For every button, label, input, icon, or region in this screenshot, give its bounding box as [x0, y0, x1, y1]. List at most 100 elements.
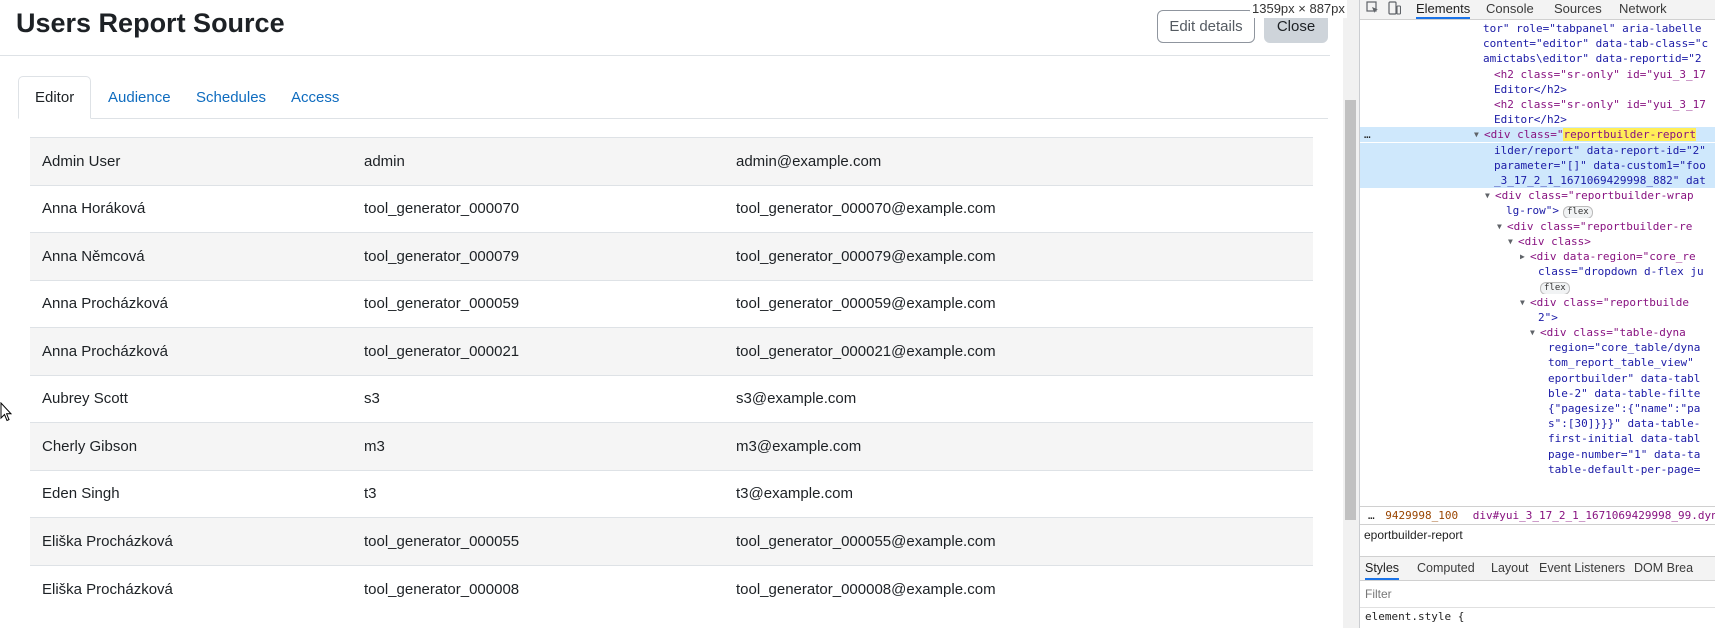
- dom-node-line[interactable]: ▼ <div class>: [1360, 234, 1715, 249]
- dom-node-line[interactable]: Editor</h2>: [1360, 82, 1715, 97]
- breadcrumb-more[interactable]: …: [1360, 509, 1375, 522]
- cell-email: tool_generator_000079@example.com: [724, 232, 1313, 280]
- breadcrumb-item-current[interactable]: div#yui_3_17_2_1_1671069429998_99.dyna: [1465, 509, 1715, 522]
- dom-node-line[interactable]: … ▼ <div class="reportbuilder-report: [1360, 127, 1715, 143]
- dom-node-line[interactable]: ▼ <div class="table-dyna: [1360, 325, 1715, 340]
- dom-node-line[interactable]: ▶ <div data-region="core_re: [1360, 249, 1715, 264]
- dom-node-text: class="dropdown d-flex ju: [1538, 265, 1704, 279]
- table-row: Eliška Procházková tool_generator_000055 t…: [30, 517, 1313, 565]
- viewport-dimensions-label: 1359px × 887px: [1250, 0, 1347, 18]
- dom-node-line[interactable]: content="editor" data-tab-class="c: [1360, 36, 1715, 51]
- header-divider: [0, 55, 1330, 56]
- tab-access[interactable]: Access: [275, 76, 355, 118]
- dom-node-line[interactable]: <h2 class="sr-only" id="yui_3_17: [1360, 67, 1715, 82]
- dom-node-badges: flex: [1540, 279, 1570, 295]
- cell-full-name: Anna Němcová: [30, 232, 352, 280]
- styles-tab-styles[interactable]: Styles: [1365, 557, 1400, 580]
- styles-filter-input[interactable]: Filter: [1360, 581, 1715, 608]
- dom-node-line[interactable]: ▼ <div class="reportbuilder-wrap: [1360, 188, 1715, 203]
- dom-node-line[interactable]: parameter="[]" data-custom1="foo: [1360, 157, 1715, 173]
- tab-schedules[interactable]: Schedules: [180, 76, 282, 118]
- inspect-element-icon[interactable]: [1364, 1, 1380, 17]
- report-page: Users Report Source Edit details Close E…: [0, 0, 1330, 628]
- dom-node-line[interactable]: _3_17_2_1_1671069429998_882" dat: [1360, 173, 1715, 188]
- dom-node-line[interactable]: amictabs\editor" data-reportid="2: [1360, 51, 1715, 66]
- styles-tab-dom-breakpoints[interactable]: DOM Brea: [1634, 557, 1693, 580]
- devtools-tab-elements[interactable]: Elements: [1416, 0, 1471, 19]
- dom-node-line[interactable]: s":[30]}}}" data-table-: [1360, 416, 1715, 431]
- dom-node-text: ilder/report" data-report-id="2": [1494, 143, 1706, 157]
- dom-node-text: <div class>: [1518, 234, 1591, 248]
- dom-node-line[interactable]: <h2 class="sr-only" id="yui_3_17: [1360, 97, 1715, 112]
- cell-username: tool_generator_000008: [352, 564, 724, 613]
- devtools-tab-sources[interactable]: Sources: [1554, 0, 1602, 19]
- dom-node-line[interactable]: 2">: [1360, 310, 1715, 325]
- dom-node-content: <div class="reportbuilder-re: [1507, 219, 1692, 234]
- dom-node-content: class="dropdown d-flex ju: [1538, 264, 1704, 279]
- dom-node-line[interactable]: {"pagesize":{"name":"pa: [1360, 401, 1715, 416]
- cell-username: tool_generator_000079: [352, 232, 724, 280]
- cell-username: tool_generator_000059: [352, 279, 724, 328]
- dom-node-line[interactable]: ▼ <div class="reportbuilde: [1360, 295, 1715, 310]
- dom-node-line[interactable]: Editor</h2>: [1360, 112, 1715, 127]
- dom-node-content: lg-row"> flex: [1506, 203, 1593, 219]
- cell-full-name: Cherly Gibson: [30, 422, 352, 470]
- dom-node-line[interactable]: page-number="1" data-ta: [1360, 447, 1715, 462]
- dom-node-text: ble-2" data-table-filte: [1548, 386, 1701, 400]
- dom-node-content: Editor</h2>: [1494, 112, 1567, 127]
- dom-node-content: parameter="[]" data-custom1="foo: [1494, 158, 1706, 173]
- dom-node-line[interactable]: class="dropdown d-flex ju: [1360, 264, 1715, 279]
- expand-arrow-open-icon[interactable]: ▼: [1508, 234, 1513, 249]
- node-actions-dots[interactable]: …: [1364, 127, 1371, 142]
- dom-node-content: table-default-per-page=: [1548, 462, 1700, 477]
- expand-arrow-open-icon[interactable]: ▼: [1520, 295, 1525, 310]
- expand-arrow-open-icon[interactable]: ▼: [1485, 188, 1490, 203]
- dom-node-line[interactable]: flex: [1360, 279, 1715, 295]
- device-toolbar-icon[interactable]: [1386, 1, 1402, 17]
- table-row: Anna Horáková tool_generator_000070 tool_g…: [30, 184, 1313, 233]
- dom-node-content: <div class="reportbuilder-report: [1484, 127, 1696, 142]
- breadcrumb-item[interactable]: 9429998_100: [1381, 509, 1458, 522]
- dom-node-line[interactable]: region="core_table/dyna: [1360, 340, 1715, 355]
- expand-arrow-closed-icon[interactable]: ▶: [1520, 249, 1525, 264]
- styles-tab-layout[interactable]: Layout: [1491, 557, 1529, 580]
- flex-badge[interactable]: flex: [1540, 282, 1570, 295]
- dom-node-text: <h2 class="sr-only" id="yui_3_17: [1494, 67, 1706, 81]
- dom-node-text: <div class="reportbuilde: [1530, 295, 1689, 309]
- styles-pane-tabs: Styles Computed Layout Event Listeners D…: [1360, 556, 1715, 581]
- devtools-tab-network[interactable]: Network: [1619, 0, 1667, 19]
- dom-search-input[interactable]: eportbuilder-report: [1360, 524, 1715, 545]
- dom-node-content: tor" role="tabpanel" aria-labelle: [1483, 21, 1702, 36]
- edit-details-button[interactable]: Edit details: [1157, 10, 1255, 43]
- page-scrollbar[interactable]: [1343, 0, 1359, 628]
- dom-node-content: first-initial data-tabl: [1548, 431, 1700, 446]
- styles-tab-computed[interactable]: Computed: [1417, 557, 1475, 580]
- dom-node-line[interactable]: lg-row"> flex: [1360, 203, 1715, 219]
- dom-node-line[interactable]: ble-2" data-table-filte: [1360, 386, 1715, 401]
- expand-arrow-open-icon[interactable]: ▼: [1530, 325, 1535, 340]
- tab-editor[interactable]: Editor: [18, 76, 92, 119]
- devtools-tab-console[interactable]: Console: [1486, 0, 1534, 19]
- flex-badge[interactable]: flex: [1562, 206, 1593, 219]
- cell-email: s3@example.com: [724, 374, 1313, 423]
- dom-node-line[interactable]: eportbuilder" data-tabl: [1360, 371, 1715, 386]
- dom-node-content: 2">: [1538, 310, 1558, 325]
- cell-email: tool_generator_000055@example.com: [724, 517, 1313, 565]
- page-scrollbar-thumb[interactable]: [1345, 100, 1356, 520]
- dom-node-line[interactable]: first-initial data-tabl: [1360, 431, 1715, 446]
- dom-node-text: <div class="table-dyna: [1540, 326, 1686, 339]
- dom-node-line[interactable]: ▼ <div class="reportbuilder-re: [1360, 219, 1715, 234]
- cell-email: tool_generator_000059@example.com: [724, 279, 1313, 328]
- tab-audience[interactable]: Audience: [92, 76, 187, 118]
- dom-node-line[interactable]: ilder/report" data-report-id="2": [1360, 142, 1715, 158]
- dom-node-content: ble-2" data-table-filte: [1548, 386, 1700, 401]
- expand-arrow-open-icon[interactable]: ▼: [1474, 127, 1479, 142]
- styles-tab-event-listeners[interactable]: Event Listeners: [1539, 557, 1625, 580]
- expand-arrow-open-icon[interactable]: ▼: [1497, 219, 1502, 234]
- dom-node-line[interactable]: tom_report_table_view": [1360, 355, 1715, 370]
- dom-node-line[interactable]: tor" role="tabpanel" aria-labelle: [1360, 21, 1715, 36]
- dom-node-text: eportbuilder" data-tabl: [1548, 371, 1701, 385]
- dom-node-text: <h2 class="sr-only" id="yui_3_17: [1494, 98, 1706, 111]
- cell-full-name: Anna Procházková: [30, 327, 352, 375]
- dom-node-line[interactable]: table-default-per-page=: [1360, 462, 1715, 477]
